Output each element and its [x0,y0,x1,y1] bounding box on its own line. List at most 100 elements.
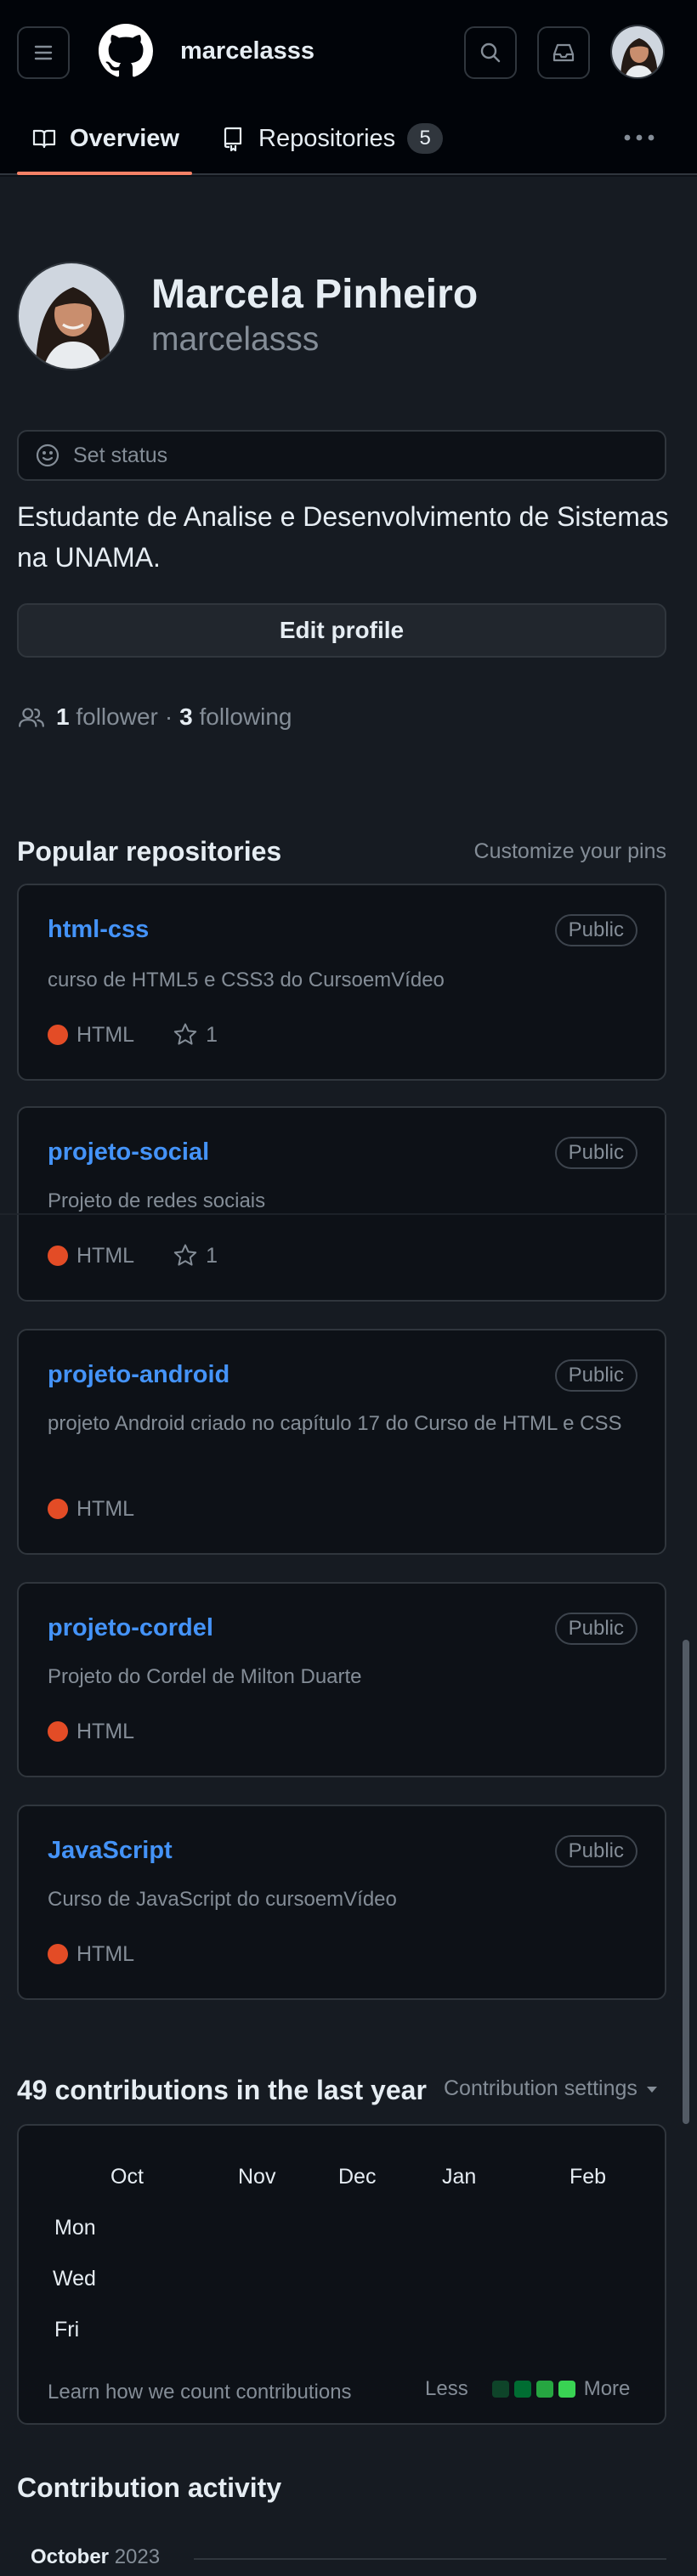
repo-description: Projeto de redes sociais [48,1189,266,1212]
weekday-label: Mon [54,2216,96,2240]
visibility-badge: Public [554,1835,638,1867]
following-label: following [199,703,292,730]
tab-overview[interactable]: Overview [31,102,179,175]
repo-language: HTML [76,1719,135,1743]
search-button[interactable] [464,26,517,79]
language-color-dot [48,1025,68,1045]
repo-name-link[interactable]: projeto-social [48,1138,209,1167]
star-count: 1 [206,1243,218,1268]
edit-profile-button[interactable]: Edit profile [17,603,666,658]
repo-name-link[interactable]: projeto-cordel [48,1614,213,1642]
repo-meta: HTML [48,1718,134,1745]
repo-name-link[interactable]: JavaScript [48,1837,173,1865]
stars-link[interactable]: 1 [172,1242,218,1269]
repo-description: Curso de JavaScript do cursoemVídeo [48,1888,397,1911]
repo-language: HTML [76,1022,135,1047]
popular-repos-title: Popular repositories [17,836,282,867]
visibility-badge: Public [554,1359,638,1392]
learn-contributions-link[interactable]: Learn how we count contributions [48,2381,352,2404]
legend-cell [491,2381,509,2398]
profile-avatar[interactable] [17,262,126,370]
repo-meta: HTML [48,1940,134,1968]
header-username[interactable]: marcelasss [180,36,314,66]
tab-repositories-label: Repositories [258,124,396,152]
inbox-icon [552,43,575,62]
star-icon [173,1244,197,1266]
user-avatar[interactable] [610,25,665,79]
scrollbar-thumb[interactable] [683,1640,689,2124]
repo-meta: HTML 1 [48,1242,218,1269]
repo-card: JavaScript Public Curso de JavaScript do… [17,1805,666,2000]
following-count: 3 [179,703,193,730]
weekday-label: Wed [53,2267,96,2291]
following-link[interactable]: 3 following [179,703,292,731]
month-label: Oct [110,2165,144,2189]
repo-language: HTML [76,1496,135,1521]
github-octocat-icon[interactable] [99,24,153,78]
repo-card: projeto-cordel Public Projeto do Cordel … [17,1582,666,1777]
menu-button[interactable] [17,26,70,79]
month-label: Jan [442,2165,477,2189]
repo-name-link[interactable]: html-css [48,916,149,944]
more-options-button[interactable] [617,121,661,155]
repo-card: projeto-social Public Projeto de redes s… [17,1106,666,1302]
repo-language: HTML [76,1941,135,1966]
repo-card: html-css Public curso de HTML5 e CSS3 do… [17,884,666,1081]
tab-overview-label: Overview [70,124,179,152]
inbox-button[interactable] [537,26,590,79]
timeline-month-heading: October 2023 [31,2545,160,2569]
active-tab-indicator [17,172,192,175]
month-label: Feb [570,2165,607,2189]
timeline-month: October [31,2545,110,2568]
followers-link[interactable]: 1 follower [56,703,158,731]
language-color-dot [48,1944,68,1964]
visibility-badge: Public [554,914,638,946]
repo-description: curso de HTML5 e CSS3 do CursoemVídeo [48,969,445,991]
kebab-horizontal-icon [624,134,654,141]
followers-count: 1 [56,703,70,730]
contribution-settings-dropdown[interactable]: Contribution settings [444,2076,658,2101]
people-icon [19,708,44,727]
avatar-image [612,26,663,77]
repo-card: projeto-android Public projeto Android c… [17,1329,666,1555]
set-status-button[interactable]: Set status [17,430,666,481]
contribution-settings-label: Contribution settings [444,2076,638,2100]
legend-cell [536,2381,553,2398]
profile-bio: Estudante de Analise e Desenvolvimento d… [17,501,669,573]
repo-meta: HTML [48,1495,134,1522]
repositories-count: 5 [407,123,444,154]
search-icon [480,42,501,63]
screenshot-seam [0,1213,697,1215]
repo-meta: HTML 1 [48,1021,218,1048]
tab-repositories[interactable]: Repositories 5 [219,102,444,175]
language-color-dot [48,1721,68,1742]
profile-avatar-image [19,263,124,369]
legend-less: Less [425,2377,468,2400]
language-color-dot [48,1499,68,1519]
contribution-graph: Oct Nov Dec Jan Feb Mon Wed Fri Learn ho… [17,2124,666,2425]
smiley-icon [36,443,60,467]
follow-stats: 1 follower · 3 following [17,698,292,736]
legend-cell [558,2381,575,2398]
visibility-badge: Public [554,1613,638,1645]
repo-icon [224,127,242,152]
timeline-year: 2023 [114,2545,161,2568]
followers-label: follower [76,703,158,730]
timeline-divider [194,2558,666,2560]
repo-name-link[interactable]: projeto-android [48,1361,230,1389]
star-icon [173,1023,197,1045]
legend-more: More [583,2377,631,2400]
triangle-down-icon [646,2086,657,2093]
legend-cell [513,2381,531,2398]
star-count: 1 [206,1022,218,1047]
repo-description: projeto Android criado no capítulo 17 do… [48,1412,622,1435]
contributions-title: 49 contributions in the last year [17,2075,427,2105]
book-icon [32,129,56,149]
stars-link[interactable]: 1 [172,1021,218,1048]
customize-pins-link[interactable]: Customize your pins [474,838,666,865]
month-label: Nov [238,2165,276,2189]
profile-tabs: Overview Repositories 5 [0,102,697,175]
contribution-activity-title: Contribution activity [17,2472,282,2503]
profile-login: marcelasss [151,321,320,358]
follow-separator: · [164,703,173,730]
